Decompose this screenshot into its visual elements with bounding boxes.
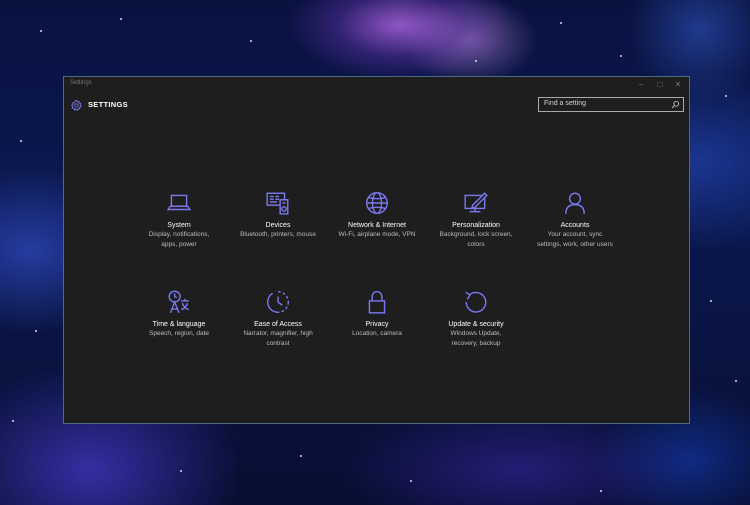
person-icon (565, 192, 585, 214)
search-icon[interactable] (671, 100, 680, 109)
tile-ease-of-access[interactable]: Ease of Access Narrator, magnifier, high… (228, 289, 328, 348)
devices-icon (266, 192, 289, 215)
tile-description: Narrator, magnifier, high contrast (243, 330, 313, 347)
tile-description: Location, camera (352, 330, 402, 337)
tile-label: Devices (265, 222, 291, 229)
tile-description: Windows Update, recovery, backup (450, 330, 502, 347)
window-title: Settings (70, 80, 92, 86)
tile-system[interactable]: System Display, notifications, apps, pow… (129, 190, 229, 249)
gear-icon (70, 99, 82, 112)
tile-label: Accounts (560, 222, 590, 229)
tile-description: Background, lock screen, colors (439, 231, 513, 248)
tile-network-internet[interactable]: Network & Internet Wi-Fi, airplane mode,… (327, 190, 427, 240)
tile-description: Bluetooth, printers, mouse (240, 231, 316, 238)
tile-update-security[interactable]: Update & security Windows Update, recove… (426, 289, 526, 348)
personalization-icon (464, 192, 488, 213)
tile-label: Personalization (452, 222, 500, 229)
refresh-icon (465, 291, 487, 313)
page-title: SETTINGS (88, 100, 128, 109)
minimize-button[interactable]: – (633, 79, 649, 91)
tile-privacy[interactable]: Privacy Location, camera (327, 289, 427, 339)
time-language-icon (168, 290, 189, 314)
tile-label: Time & language (152, 321, 206, 328)
settings-window: Settings – □ ✕ SETTINGS Find a setting S… (63, 76, 690, 424)
tile-label: Privacy (365, 321, 389, 328)
tile-label: Update & security (448, 321, 504, 328)
title-bar[interactable]: Settings – □ ✕ (64, 77, 689, 93)
lock-icon (368, 291, 386, 314)
tile-personalization[interactable]: Personalization Background, lock screen,… (426, 190, 526, 249)
tile-devices[interactable]: Devices Bluetooth, printers, mouse (228, 190, 328, 240)
tile-description: Wi-Fi, airplane mode, VPN (338, 231, 416, 238)
tile-label: Network & Internet (348, 222, 406, 229)
tile-label: Ease of Access (254, 321, 302, 328)
ease-of-access-icon (267, 291, 289, 313)
globe-icon (366, 192, 388, 214)
tile-description: Display, notifications, apps, power (148, 231, 210, 248)
search-placeholder: Find a setting (544, 100, 587, 107)
system-icon (166, 194, 192, 211)
maximize-button[interactable]: □ (652, 79, 668, 91)
tile-description: Your account, sync settings, work, other… (537, 231, 613, 248)
tile-label: System (167, 222, 191, 229)
tile-description: Speech, region, date (149, 330, 209, 337)
close-button[interactable]: ✕ (670, 79, 686, 91)
tile-accounts[interactable]: Accounts Your account, sync settings, wo… (525, 190, 625, 249)
tile-time-language[interactable]: Time & language Speech, region, date (129, 289, 229, 339)
search-input[interactable]: Find a setting (538, 97, 684, 112)
